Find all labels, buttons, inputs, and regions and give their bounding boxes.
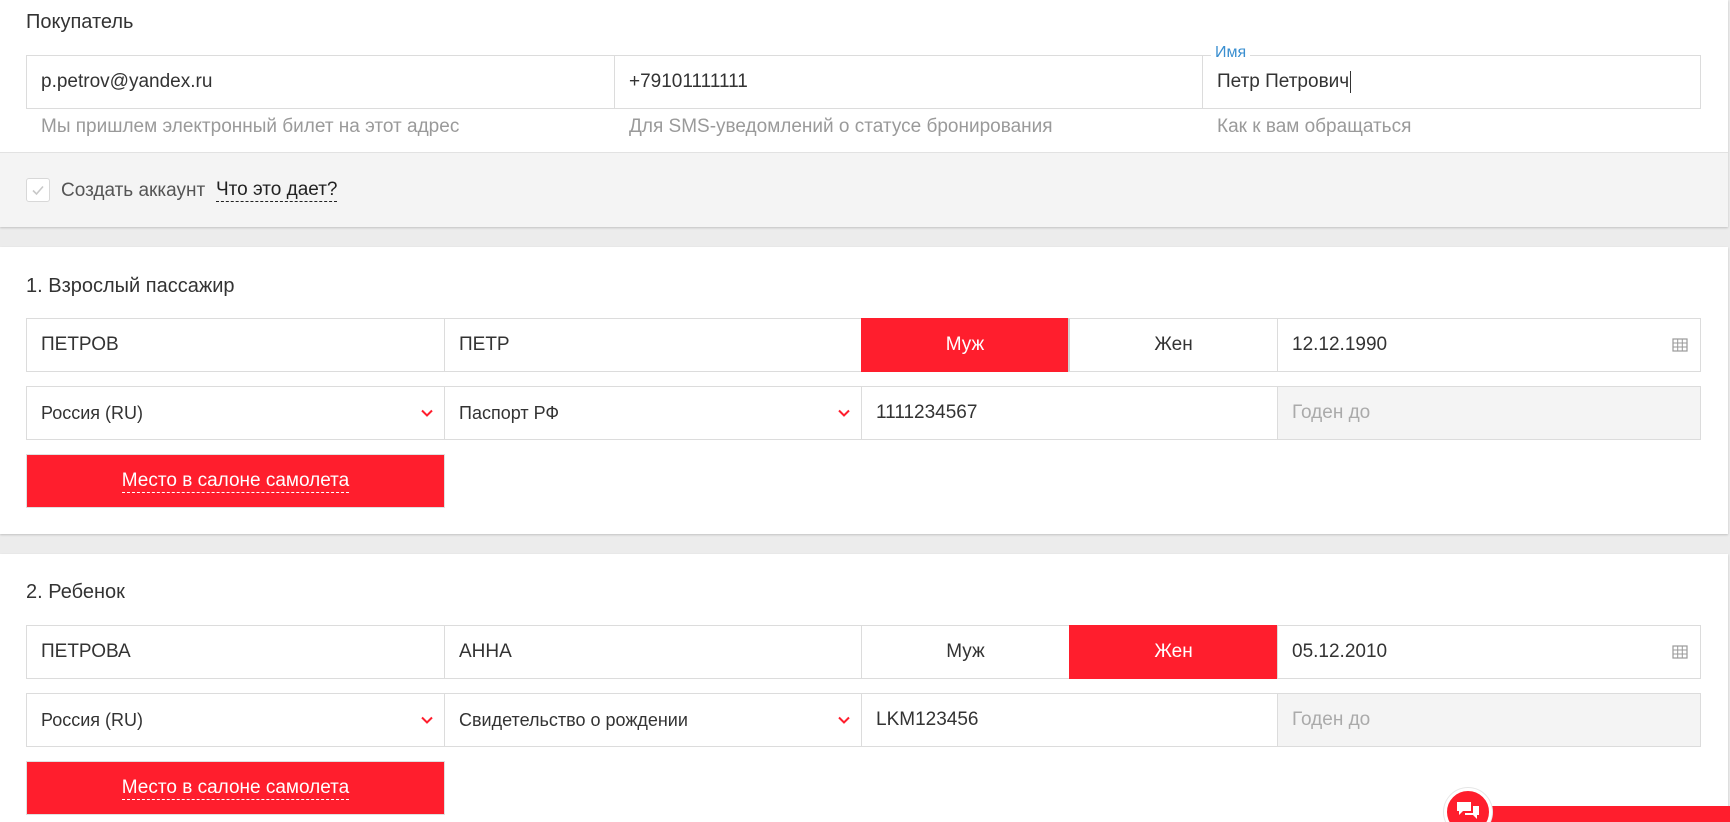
seat-selection-button[interactable]: Место в салоне самолета [26,454,445,508]
email-hint: Мы пришлем электронный билет на этот адр… [41,116,460,137]
gender-male-button[interactable]: Муж [861,318,1069,372]
passenger-card-2: 2. Ребенок ПЕТРОВА АННА Муж Жен 05.12.20… [0,554,1728,822]
chevron-down-icon [838,716,850,724]
passenger-1-title: 1. Взрослый пассажир [26,275,235,297]
birth-date-value: 12.12.1990 [1292,334,1388,355]
valid-until-placeholder: Годен до [1292,402,1371,423]
seat-selection-label: Место в салоне самолета [121,469,350,493]
gender-male-button[interactable]: Муж [861,625,1070,679]
birth-date-input[interactable]: 05.12.2010 [1277,625,1701,679]
chevron-down-icon [421,716,433,724]
first-name-value: АННА [459,641,512,662]
document-type-value: Паспорт РФ [459,402,560,423]
chevron-down-icon [838,409,850,417]
citizenship-value: Россия (RU) [41,709,144,730]
buyer-section-title: Покупатель [26,11,134,33]
passenger-card-1: 1. Взрослый пассажир ПЕТРОВ ПЕТР Муж Жен… [0,247,1728,534]
valid-until-input[interactable]: Годен до [1277,693,1701,747]
document-number-input[interactable]: 1111234567 [861,386,1278,440]
name-floating-label: Имя [1211,44,1251,62]
what-gives-link[interactable]: Что это дает? [216,179,338,202]
create-account-label: Создать аккаунт [61,180,206,201]
calendar-icon[interactable] [1672,644,1688,660]
citizenship-select[interactable]: Россия (RU) [26,693,445,747]
last-name-input[interactable]: ПЕТРОВА [26,625,445,679]
phone-field[interactable]: +79101111111 [614,55,1203,109]
birth-date-input[interactable]: 12.12.1990 [1277,318,1701,372]
email-field[interactable]: p.petrov@yandex.ru [26,55,615,109]
document-number-value: LKM123456 [876,709,979,730]
seat-selection-label: Место в салоне самолета [121,776,350,800]
document-number-input[interactable]: LKM123456 [861,693,1278,747]
text-cursor [1350,71,1352,93]
citizenship-select[interactable]: Россия (RU) [26,386,445,440]
last-name-input[interactable]: ПЕТРОВ [26,318,445,372]
phone-hint: Для SMS-уведомлений о статусе бронирован… [629,116,1053,137]
chevron-down-icon [421,409,433,417]
name-field[interactable]: Петр Петрович [1202,55,1701,109]
chat-icon [1457,802,1479,819]
document-number-value: 1111234567 [876,402,978,423]
gender-female-button[interactable]: Жен [1069,625,1278,679]
document-type-select[interactable]: Свидетельство о рождении [444,693,862,747]
first-name-input[interactable]: АННА [444,625,862,679]
buyer-card: Покупатель p.petrov@yandex.ru +791011111… [0,0,1728,227]
name-hint: Как к вам обращаться [1217,116,1412,137]
gender-female-button[interactable]: Жен [1068,318,1278,372]
citizenship-value: Россия (RU) [41,402,144,423]
chat-widget-bar[interactable] [1470,806,1730,822]
document-type-select[interactable]: Паспорт РФ [444,386,862,440]
first-name-value: ПЕТР [459,334,510,355]
first-name-input[interactable]: ПЕТР [444,318,862,372]
valid-until-placeholder: Годен до [1292,709,1371,730]
check-icon [32,185,44,196]
valid-until-input[interactable]: Годен до [1277,386,1701,440]
birth-date-value: 05.12.2010 [1292,641,1388,662]
last-name-value: ПЕТРОВ [41,334,119,355]
document-type-value: Свидетельство о рождении [459,709,688,730]
email-value: p.petrov@yandex.ru [41,71,213,92]
last-name-value: ПЕТРОВА [41,641,131,662]
calendar-icon[interactable] [1672,337,1688,353]
create-account-checkbox[interactable] [26,178,50,202]
phone-value: +79101111111 [629,71,748,92]
passenger-2-title: 2. Ребенок [26,581,125,603]
name-value: Петр Петрович [1217,71,1350,92]
seat-selection-button[interactable]: Место в салоне самолета [26,761,445,815]
